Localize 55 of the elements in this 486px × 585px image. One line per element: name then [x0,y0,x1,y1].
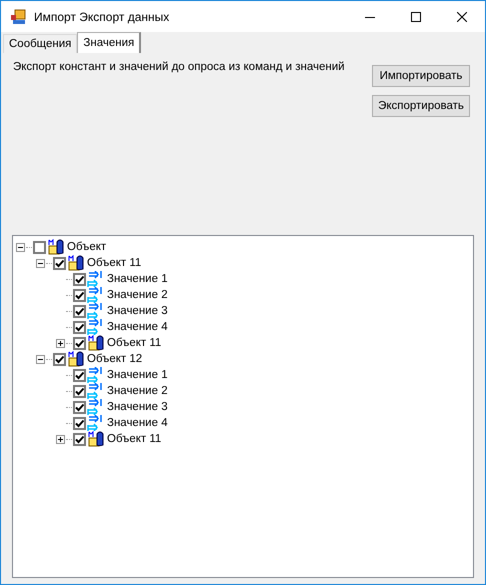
tree-item-label[interactable]: Значение 3 [107,401,168,413]
folder-icon [47,239,65,255]
collapse-button[interactable] [36,354,45,364]
checkbox[interactable] [73,320,86,334]
app-icon [10,8,26,24]
checkbox[interactable] [73,432,86,446]
action-button[interactable]: Импортировать [372,65,470,87]
plus-icon [57,340,64,346]
checkbox[interactable] [73,416,86,430]
collapse-button[interactable] [16,242,25,252]
close-icon[interactable] [457,12,467,22]
tree-item-label[interactable]: Объект 11 [107,337,162,349]
tree-item-label[interactable]: Объект [67,241,106,253]
arrows-icon [87,271,105,287]
tree-item-label[interactable]: Значение 4 [107,417,168,429]
checkbox[interactable] [73,400,86,414]
description-text: Экспорт констант и значений до опроса из команд и значений [12,61,345,75]
checkbox[interactable] [73,288,86,302]
arrows-icon [87,303,105,319]
arrows-icon [87,319,105,335]
tree-item-label[interactable]: Значение 2 [107,385,168,397]
arrows-icon [87,383,105,399]
tree-item-label[interactable]: Объект 12 [87,353,142,365]
checkbox[interactable] [53,256,66,270]
folder-icon [67,255,85,271]
checkbox[interactable] [33,240,46,254]
checkbox[interactable] [73,336,86,350]
folder-icon [87,335,105,351]
tree-item-label[interactable]: Значение 2 [107,289,168,301]
collapse-button[interactable] [36,258,45,268]
tab[interactable]: Значения [77,32,142,53]
checkbox[interactable] [73,304,86,318]
arrows-icon [87,367,105,383]
folder-icon [67,351,85,367]
expand-button[interactable] [56,434,65,444]
action-button[interactable]: Экспортировать [372,95,470,117]
checkbox[interactable] [73,368,86,382]
tree-item-label[interactable]: Значение 4 [107,321,168,333]
maximize-icon[interactable] [411,12,421,22]
tree-item-label[interactable]: Значение 1 [107,369,168,381]
tree-item-label[interactable]: Значение 3 [107,305,168,317]
tree-item-label[interactable]: Объект 11 [107,433,162,445]
arrows-icon [87,287,105,303]
arrows-icon [87,415,105,431]
tab[interactable]: Сообщения [3,34,78,53]
plus-icon [57,436,64,442]
folder-icon [87,431,105,447]
checkbox[interactable] [53,352,66,366]
expand-button[interactable] [56,338,65,348]
tree-item-label[interactable]: Значение 1 [107,273,168,285]
checkbox[interactable] [73,272,86,286]
window-title: Импорт Экспорт данных [34,10,170,24]
arrows-icon [87,399,105,415]
checkbox[interactable] [73,384,86,398]
tree-item-label[interactable]: Объект 11 [87,257,142,269]
